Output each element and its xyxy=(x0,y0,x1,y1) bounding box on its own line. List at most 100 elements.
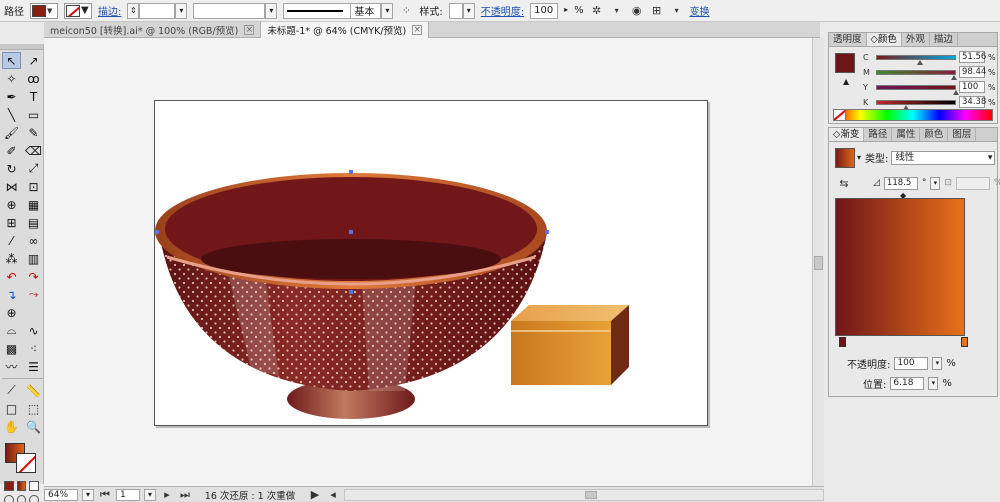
gradient-tool-icon[interactable]: ▤ xyxy=(24,214,43,231)
globe-icon[interactable]: ◉ xyxy=(630,4,644,18)
free-transform-tool-icon[interactable]: ⊡ xyxy=(24,178,43,195)
slice-select-tool-icon[interactable]: ⬚ xyxy=(24,400,43,417)
measure-tool-icon[interactable]: ⟋ xyxy=(2,382,21,399)
black-channel[interactable]: K 34.38 % xyxy=(863,96,997,110)
list-tool-icon[interactable]: ☰ xyxy=(24,358,43,375)
chevron-down-icon[interactable]: ▾ xyxy=(928,377,939,390)
zoom-tool-icon[interactable]: 🔍 xyxy=(24,418,43,435)
canvas-area[interactable] xyxy=(44,38,812,486)
gradient-ramp[interactable] xyxy=(835,198,965,336)
reverse-gradient-icon[interactable]: ⇆ xyxy=(837,176,851,190)
fill-stroke-swatches[interactable] xyxy=(2,441,42,475)
stroke-color-button[interactable]: ▼ xyxy=(64,2,92,19)
chevron-down-icon[interactable]: ▾ xyxy=(144,488,156,501)
chevron-down-icon[interactable]: ▾ xyxy=(265,2,278,19)
zoom-field[interactable]: 64% xyxy=(44,488,78,501)
brush-select[interactable]: 基本 ▾ xyxy=(283,2,394,19)
chevron-down-icon[interactable]: ▾ xyxy=(610,4,624,18)
paintbrush-tool-icon[interactable]: 🖌 xyxy=(2,124,21,141)
tab-pathfinder[interactable]: 路径 xyxy=(864,128,893,141)
tab-transparency[interactable]: 透明度 xyxy=(829,33,867,46)
wave-tool-icon[interactable]: 〰 xyxy=(2,358,21,375)
direct-selection-tool-icon[interactable]: ↗ xyxy=(24,52,43,69)
scroll-thumb[interactable] xyxy=(814,256,823,270)
chevron-down-icon[interactable]: ▾ xyxy=(82,488,94,501)
tab-color[interactable]: 颜色 xyxy=(920,128,949,141)
chevron-down-icon[interactable]: ▾ xyxy=(670,4,684,18)
gradient-stop-end[interactable] xyxy=(961,337,968,347)
pencil-tool-icon[interactable]: ✎ xyxy=(24,124,43,141)
channel-value[interactable]: 34.38 xyxy=(959,96,986,108)
slider-thumb-icon[interactable] xyxy=(951,74,958,80)
variable-width-field[interactable] xyxy=(193,2,266,19)
channel-slider[interactable] xyxy=(876,54,956,65)
crosshair-tool-icon[interactable]: ⊕ xyxy=(2,304,21,321)
close-icon[interactable]: × xyxy=(412,25,423,35)
align-icon[interactable]: ⊞ xyxy=(650,4,664,18)
out-of-gamut-icon[interactable]: ▲ xyxy=(843,77,849,86)
channel-slider[interactable] xyxy=(876,84,959,95)
gradient-preview-swatch[interactable] xyxy=(835,148,855,168)
channel-slider[interactable] xyxy=(876,69,958,80)
vertical-scrollbar[interactable] xyxy=(812,38,824,486)
fill-color-button[interactable]: ▼ xyxy=(30,2,58,19)
lasso-tool-icon[interactable]: ꝏ xyxy=(24,70,43,87)
reshape-tool-icon[interactable]: ⤳ xyxy=(24,286,43,303)
doc-tab-active[interactable]: 未标题-1* @ 64% (CMYK/预览) × xyxy=(261,22,430,38)
close-icon[interactable]: × xyxy=(244,25,255,35)
chevron-right-icon[interactable]: ▸ xyxy=(560,3,572,19)
line-tool-icon[interactable]: ╲ xyxy=(2,106,21,123)
tab-gradient[interactable]: ◇渐变 xyxy=(829,128,865,141)
opacity-control[interactable]: 100 ▸ % xyxy=(530,2,584,19)
recolor-artwork-icon[interactable]: ✲ xyxy=(590,4,604,18)
channel-value[interactable]: 98.44 xyxy=(959,66,986,78)
graphic-style-select[interactable]: ▾ xyxy=(448,2,475,19)
slider-thumb-icon[interactable] xyxy=(916,59,923,65)
first-artboard-icon[interactable]: ⏮ xyxy=(98,488,112,502)
next-artboard-icon[interactable]: ▸ xyxy=(160,488,174,502)
color-mode-icon[interactable] xyxy=(4,481,14,491)
gradient-stop-start[interactable] xyxy=(839,337,846,347)
spray-icon[interactable]: ⁖ xyxy=(24,340,43,357)
brush-library-icon[interactable]: ⁘ xyxy=(399,4,413,18)
transform-link[interactable]: 变换 xyxy=(690,3,710,18)
tab-layers[interactable]: 图层 xyxy=(948,128,977,141)
eraser-tool-icon[interactable]: ⌫ xyxy=(24,142,43,159)
tab-stroke[interactable]: 描边 xyxy=(930,33,958,46)
type-tool-icon[interactable]: T xyxy=(24,88,43,105)
variable-width-select[interactable]: ▾ xyxy=(193,2,278,19)
artboard-number-field[interactable]: 1 xyxy=(116,488,140,501)
channel-value[interactable]: 100 xyxy=(959,81,985,93)
cyan-channel[interactable]: C 51.56 % xyxy=(863,51,997,65)
rectangle-tool-icon[interactable]: ▭ xyxy=(24,106,43,123)
gradient-mode-icon[interactable] xyxy=(16,481,27,491)
yellow-channel[interactable]: Y 100 % xyxy=(863,81,997,95)
draw-normal-icon[interactable] xyxy=(4,495,14,502)
slice-tool-icon[interactable]: ↷ xyxy=(24,268,43,285)
mesh-tool-icon[interactable]: ⊞ xyxy=(2,214,21,231)
blend-tool-icon[interactable]: ∞ xyxy=(24,232,43,249)
warp-tool-icon[interactable]: ∿ xyxy=(24,322,43,339)
hand-tool-icon[interactable]: ✋ xyxy=(2,418,21,435)
chevron-down-icon[interactable]: ▾ xyxy=(930,176,941,190)
chevron-down-icon[interactable]: ▾ xyxy=(932,357,943,370)
crop-area-tool-icon[interactable]: □ xyxy=(2,400,21,417)
stroke-weight-select[interactable]: ⇕ ▾ xyxy=(127,2,188,19)
opacity-link[interactable]: 不透明度: xyxy=(481,3,524,18)
stroke-link[interactable]: 描边: xyxy=(98,3,121,18)
draw-behind-icon[interactable] xyxy=(16,495,27,502)
none-color-icon[interactable] xyxy=(834,110,846,120)
ruler-tool-icon[interactable]: 📏 xyxy=(24,382,43,399)
stop-opacity-field[interactable]: 100 xyxy=(894,357,929,370)
width-tool-icon[interactable]: ⋈ xyxy=(2,178,21,195)
symbol-sprayer-tool-icon[interactable]: ⁂ xyxy=(2,250,21,267)
mesh-grid-icon[interactable]: ▩ xyxy=(2,340,21,357)
rotate-tool-icon[interactable]: ↻ xyxy=(2,160,21,177)
tab-appearance[interactable]: 外观 xyxy=(902,33,930,46)
color-spectrum[interactable] xyxy=(833,109,993,121)
chevron-down-icon[interactable]: ▾ xyxy=(462,2,475,19)
scroll-thumb[interactable] xyxy=(585,490,597,499)
envelope-tool-icon[interactable]: ⌓ xyxy=(2,322,21,339)
column-graph-tool-icon[interactable]: ▥ xyxy=(24,250,43,267)
convert-anchor-icon[interactable]: ↴ xyxy=(2,286,21,303)
